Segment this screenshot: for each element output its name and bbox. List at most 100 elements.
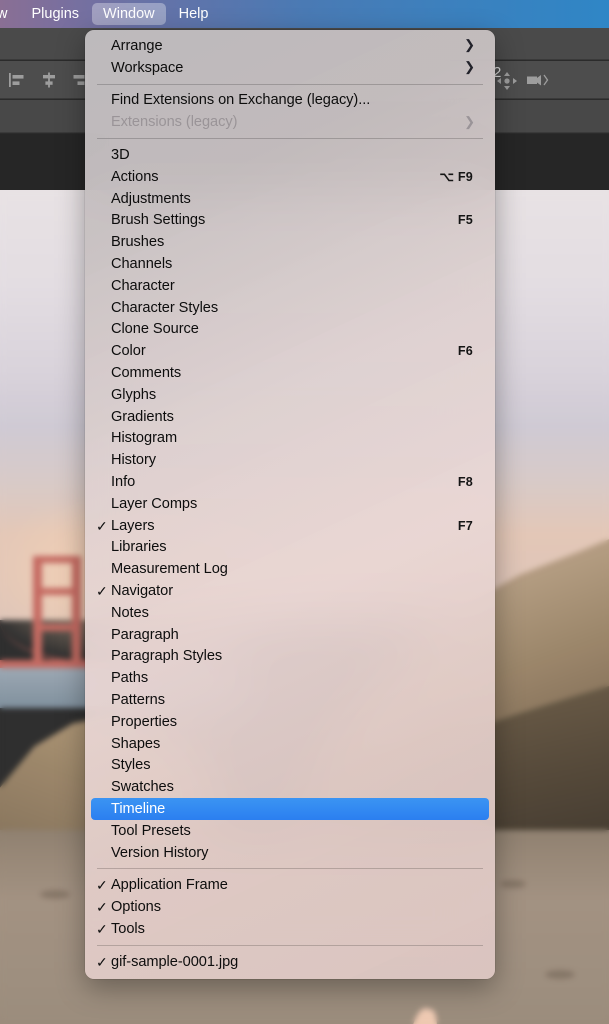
menu-item-label: Glyphs: [111, 386, 157, 403]
menu-item-swatches[interactable]: Swatches: [91, 776, 489, 798]
menu-item-comments[interactable]: Comments: [91, 362, 489, 384]
menu-item-adjustments[interactable]: Adjustments: [91, 188, 489, 210]
person-leg-front: [400, 1006, 442, 1024]
menu-item-label: Notes: [111, 604, 149, 621]
menu-item-label: Histogram: [111, 430, 178, 447]
menu-item-options[interactable]: ✓ Options: [91, 896, 489, 918]
menu-item-label: Brushes: [111, 234, 165, 251]
checkmark-icon: ✓: [96, 877, 108, 894]
align-vertical-centers-icon[interactable]: [40, 72, 58, 93]
chevron-right-icon: ❯: [464, 37, 475, 53]
menu-item-label: Measurement Log: [111, 561, 228, 578]
menu-item-label: History: [111, 452, 157, 469]
menu-item-label: Channels: [111, 256, 173, 273]
menu-item-paths[interactable]: Paths: [91, 667, 489, 689]
menu-item-label: Adjustments: [111, 190, 191, 207]
menu-item-layers[interactable]: ✓ Layers F7: [91, 515, 489, 537]
menu-separator: [97, 868, 483, 870]
sand-detail: [545, 970, 575, 979]
menu-item-navigator[interactable]: ✓ Navigator: [91, 580, 489, 602]
menu-item-label: Properties: [111, 713, 178, 730]
bridge-tower-right: [72, 556, 81, 681]
window-menu-dropdown: Arrange ❯ Workspace ❯ Find Extensions on Exc…: [85, 30, 495, 979]
menu-item-brush-settings[interactable]: Brush Settings F5: [91, 210, 489, 232]
menu-item-3d[interactable]: 3D: [91, 144, 489, 166]
menu-item-label: Color: [111, 343, 146, 360]
checkmark-icon: ✓: [96, 517, 108, 534]
menu-item-label: Version History: [111, 844, 209, 861]
video-timeline-icon[interactable]: [527, 72, 551, 93]
menu-item-tool-presets[interactable]: Tool Presets: [91, 820, 489, 842]
menu-item-label: Character: [111, 277, 175, 294]
menu-item-histogram[interactable]: Histogram: [91, 428, 489, 450]
menu-item-label: Clone Source: [111, 321, 199, 338]
menu-item-styles[interactable]: Styles: [91, 755, 489, 777]
menu-item-paragraph-styles[interactable]: Paragraph Styles: [91, 646, 489, 668]
menu-item-channels[interactable]: Channels: [91, 253, 489, 275]
bridge-crossbeam: [33, 624, 81, 631]
menu-item-label: Comments: [111, 365, 182, 382]
menu-item-label: Info: [111, 474, 136, 491]
checkmark-icon: ✓: [96, 583, 108, 600]
menubar-item-plugins[interactable]: Plugins: [20, 3, 90, 25]
menu-separator: [97, 138, 483, 140]
menu-separator: [97, 83, 483, 85]
menu-item-paragraph[interactable]: Paragraph: [91, 624, 489, 646]
menu-item-shapes[interactable]: Shapes: [91, 733, 489, 755]
menu-item-label: Arrange: [111, 37, 163, 54]
menu-item-label: Timeline: [111, 800, 166, 817]
move-transform-icon[interactable]: [497, 72, 517, 95]
menu-item-properties[interactable]: Properties: [91, 711, 489, 733]
menu-item-arrange[interactable]: Arrange ❯: [91, 35, 489, 57]
menu-item-label: Layer Comps: [111, 495, 198, 512]
menu-item-workspace[interactable]: Workspace ❯: [91, 57, 489, 79]
menu-item-application-frame[interactable]: ✓ Application Frame: [91, 874, 489, 896]
menu-item-layer-comps[interactable]: Layer Comps: [91, 493, 489, 515]
menu-item-character[interactable]: Character: [91, 275, 489, 297]
menu-item-label: Styles: [111, 757, 151, 774]
menu-item-clone-source[interactable]: Clone Source: [91, 319, 489, 341]
menu-item-find-extensions-on-exchange-legacy[interactable]: Find Extensions on Exchange (legacy)...: [91, 90, 489, 112]
menubar-item-w[interactable]: w: [0, 3, 18, 25]
menu-item-tools[interactable]: ✓ Tools: [91, 918, 489, 940]
menu-item-label: Paths: [111, 670, 149, 687]
bridge-crossbeam: [33, 588, 81, 595]
menu-item-glyphs[interactable]: Glyphs: [91, 384, 489, 406]
menu-item-label: Application Frame: [111, 877, 228, 894]
menu-item-timeline[interactable]: Timeline: [91, 798, 489, 820]
menu-item-label: Shapes: [111, 735, 161, 752]
menu-item-extensions-legacy: Extensions (legacy) ❯: [91, 111, 489, 133]
menu-separator: [97, 944, 483, 946]
menu-item-character-styles[interactable]: Character Styles: [91, 297, 489, 319]
menu-item-label: Libraries: [111, 539, 167, 556]
menu-item-libraries[interactable]: Libraries: [91, 537, 489, 559]
menu-item-patterns[interactable]: Patterns: [91, 689, 489, 711]
menu-item-measurement-log[interactable]: Measurement Log: [91, 558, 489, 580]
chevron-right-icon: ❯: [464, 113, 475, 129]
menu-item-shortcut: F8: [457, 475, 473, 490]
menu-item-version-history[interactable]: Version History: [91, 842, 489, 864]
menu-item-label: Tool Presets: [111, 822, 191, 839]
menu-item-actions[interactable]: Actions ⌥ F9: [91, 166, 489, 188]
menu-item-label: Brush Settings: [111, 212, 206, 229]
menu-item-label: Paragraph Styles: [111, 648, 223, 665]
menu-item-label: Options: [111, 899, 161, 916]
menu-item-label: Find Extensions on Exchange (legacy)...: [111, 92, 371, 109]
menu-item-gradients[interactable]: Gradients: [91, 406, 489, 428]
menu-item-label: Paragraph: [111, 626, 179, 643]
menu-item-history[interactable]: History: [91, 449, 489, 471]
menu-item-notes[interactable]: Notes: [91, 602, 489, 624]
menu-item-shortcut: F7: [457, 518, 473, 533]
menu-item-label: Workspace: [111, 59, 184, 76]
menu-item-brushes[interactable]: Brushes: [91, 231, 489, 253]
sand-detail: [40, 890, 70, 899]
checkmark-icon: ✓: [96, 920, 108, 937]
menu-item-label: gif-sample-0001.jpg: [111, 953, 239, 970]
menu-item-info[interactable]: Info F8: [91, 471, 489, 493]
menubar-item-window[interactable]: Window: [92, 3, 166, 25]
align-left-edges-icon[interactable]: [8, 72, 26, 93]
menubar-item-help[interactable]: Help: [168, 3, 220, 25]
sand-detail: [500, 880, 526, 888]
menu-item-color[interactable]: Color F6: [91, 340, 489, 362]
menu-item-gif-sample-0001-jpg[interactable]: ✓ gif-sample-0001.jpg: [91, 951, 489, 973]
